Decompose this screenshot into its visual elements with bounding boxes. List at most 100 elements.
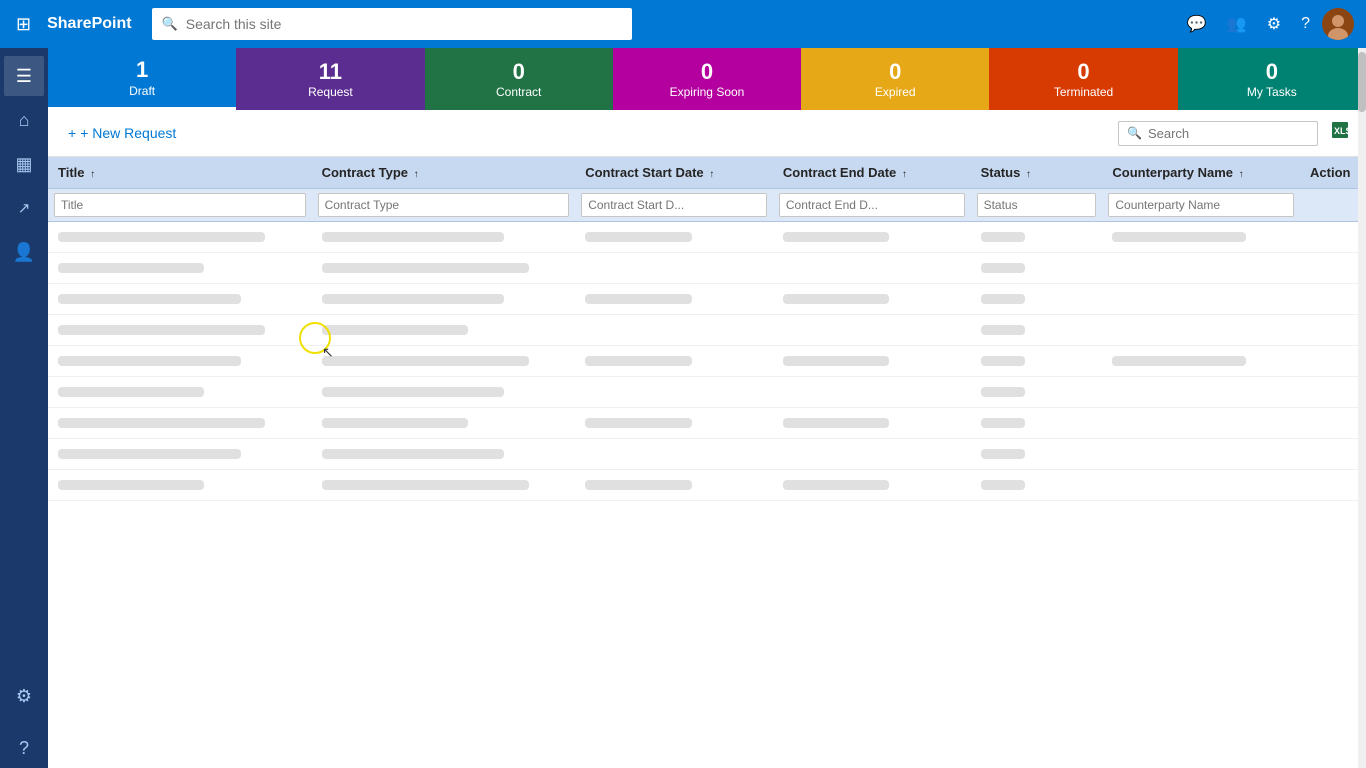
filter-input-end-date[interactable] (779, 193, 965, 217)
mytasks-label: My Tasks (1247, 85, 1297, 99)
column-header-contract-end-date[interactable]: Contract End Date ↑ (773, 157, 971, 189)
table-row (48, 253, 1366, 284)
sort-icon-contract-type: ↑ (414, 169, 419, 180)
filter-cell-action (1300, 189, 1366, 222)
sidebar-item-help[interactable]: ? (4, 728, 44, 768)
column-header-title[interactable]: Title ↑ (48, 157, 312, 189)
filter-input-start-date[interactable] (581, 193, 767, 217)
table-row (48, 315, 1366, 346)
sidebar-item-home[interactable]: ⌂ (4, 100, 44, 140)
plus-icon: + (68, 125, 76, 141)
settings-icon: ⚙ (16, 686, 32, 707)
table-search-input[interactable] (1148, 126, 1288, 141)
left-sidebar: ☰ ⌂ ▦ ↗ 👤 ⚙ ? (0, 48, 48, 768)
search-icon: 🔍 (162, 16, 178, 32)
table-header: Title ↑ Contract Type ↑ Contract Start D… (48, 157, 1366, 189)
filter-cell-contract-type (312, 189, 576, 222)
new-request-button[interactable]: + + New Request (60, 121, 184, 145)
sidebar-item-analytics[interactable]: ↗ (4, 188, 44, 228)
filter-cell-end-date (773, 189, 971, 222)
filter-cell-title (48, 189, 312, 222)
table-row (48, 222, 1366, 253)
avatar-image (1322, 8, 1354, 40)
excel-export-button[interactable]: XLS (1326, 118, 1354, 148)
status-card-request[interactable]: 11 Request (236, 48, 424, 110)
table-row (48, 439, 1366, 470)
waffle-icon[interactable]: ⊞ (12, 10, 35, 39)
request-count: 11 (319, 59, 342, 85)
filter-input-counterparty[interactable] (1108, 193, 1294, 217)
table-row (48, 470, 1366, 501)
contract-label: Contract (496, 85, 541, 99)
sort-icon-title: ↑ (90, 169, 95, 180)
sort-icon-end-date: ↑ (902, 169, 907, 180)
people-icon-button[interactable]: 👥 (1219, 8, 1255, 40)
main-content: 1 Draft 11 Request 0 Contract 0 Expiring… (48, 48, 1366, 768)
toolbar: + + New Request 🔍 XLS (48, 110, 1366, 157)
status-card-mytasks[interactable]: 0 My Tasks (1178, 48, 1366, 110)
filter-input-status[interactable] (977, 193, 1097, 217)
request-label: Request (308, 85, 353, 99)
table-body (48, 222, 1366, 501)
filter-input-contract-type[interactable] (318, 193, 570, 217)
table-filter-row (48, 189, 1366, 222)
column-header-contract-start-date[interactable]: Contract Start Date ↑ (575, 157, 773, 189)
status-card-expiring[interactable]: 0 Expiring Soon (613, 48, 801, 110)
search-icon-small: 🔍 (1127, 126, 1142, 140)
expired-count: 0 (889, 59, 901, 85)
filter-cell-start-date (575, 189, 773, 222)
help-icon-button[interactable]: ? (1293, 9, 1318, 39)
contracts-table: Title ↑ Contract Type ↑ Contract Start D… (48, 157, 1366, 501)
settings-icon-button[interactable]: ⚙ (1259, 8, 1289, 40)
terminated-count: 0 (1077, 59, 1089, 85)
sort-icon-status: ↑ (1026, 169, 1031, 180)
grid-icon: ▦ (15, 154, 32, 175)
scrollbar-thumb[interactable] (1358, 52, 1366, 112)
terminated-label: Terminated (1054, 85, 1113, 99)
column-header-contract-type[interactable]: Contract Type ↑ (312, 157, 576, 189)
hamburger-icon: ☰ (16, 66, 32, 87)
table-row (48, 346, 1366, 377)
draft-label: Draft (129, 84, 155, 98)
top-navigation: ⊞ SharePoint 🔍 💬 👥 ⚙ ? (0, 0, 1366, 48)
chat-icon-button[interactable]: 💬 (1179, 8, 1215, 40)
global-search-input[interactable] (186, 16, 622, 32)
avatar[interactable] (1322, 8, 1354, 40)
column-header-status[interactable]: Status ↑ (971, 157, 1103, 189)
column-header-counterparty[interactable]: Counterparty Name ↑ (1102, 157, 1300, 189)
filter-input-title[interactable] (54, 193, 306, 217)
filter-cell-status (971, 189, 1103, 222)
table-search-box[interactable]: 🔍 (1118, 121, 1318, 146)
status-card-terminated[interactable]: 0 Terminated (989, 48, 1177, 110)
status-card-draft[interactable]: 1 Draft (48, 48, 236, 110)
status-cards-row: 1 Draft 11 Request 0 Contract 0 Expiring… (48, 48, 1366, 110)
contract-count: 0 (513, 59, 525, 85)
column-header-action: Action (1300, 157, 1366, 189)
table-row (48, 408, 1366, 439)
scrollbar[interactable] (1358, 48, 1366, 768)
sidebar-item-people[interactable]: 👤 (4, 232, 44, 272)
people-icon: 👤 (13, 242, 35, 263)
app-logo: SharePoint (47, 15, 131, 33)
analytics-icon: ↗ (18, 199, 31, 217)
sort-icon-counterparty: ↑ (1239, 169, 1244, 180)
sidebar-item-menu[interactable]: ☰ (4, 56, 44, 96)
expired-label: Expired (875, 85, 916, 99)
expiring-label: Expiring Soon (670, 85, 745, 99)
sidebar-item-dashboard[interactable]: ▦ (4, 144, 44, 184)
table-row (48, 377, 1366, 408)
draft-count: 1 (136, 57, 148, 83)
status-card-expired[interactable]: 0 Expired (801, 48, 989, 110)
help-icon: ? (19, 738, 29, 759)
status-card-contract[interactable]: 0 Contract (425, 48, 613, 110)
new-request-label: + New Request (80, 125, 176, 141)
global-search-box[interactable]: 🔍 (152, 8, 632, 40)
home-icon: ⌂ (19, 110, 30, 131)
top-nav-icons: 💬 👥 ⚙ ? (1179, 8, 1354, 40)
svg-text:XLS: XLS (1334, 126, 1350, 136)
mytasks-count: 0 (1266, 59, 1278, 85)
sidebar-item-settings[interactable]: ⚙ (4, 676, 44, 716)
filter-cell-counterparty (1102, 189, 1300, 222)
sort-icon-start-date: ↑ (709, 169, 714, 180)
table-row (48, 284, 1366, 315)
